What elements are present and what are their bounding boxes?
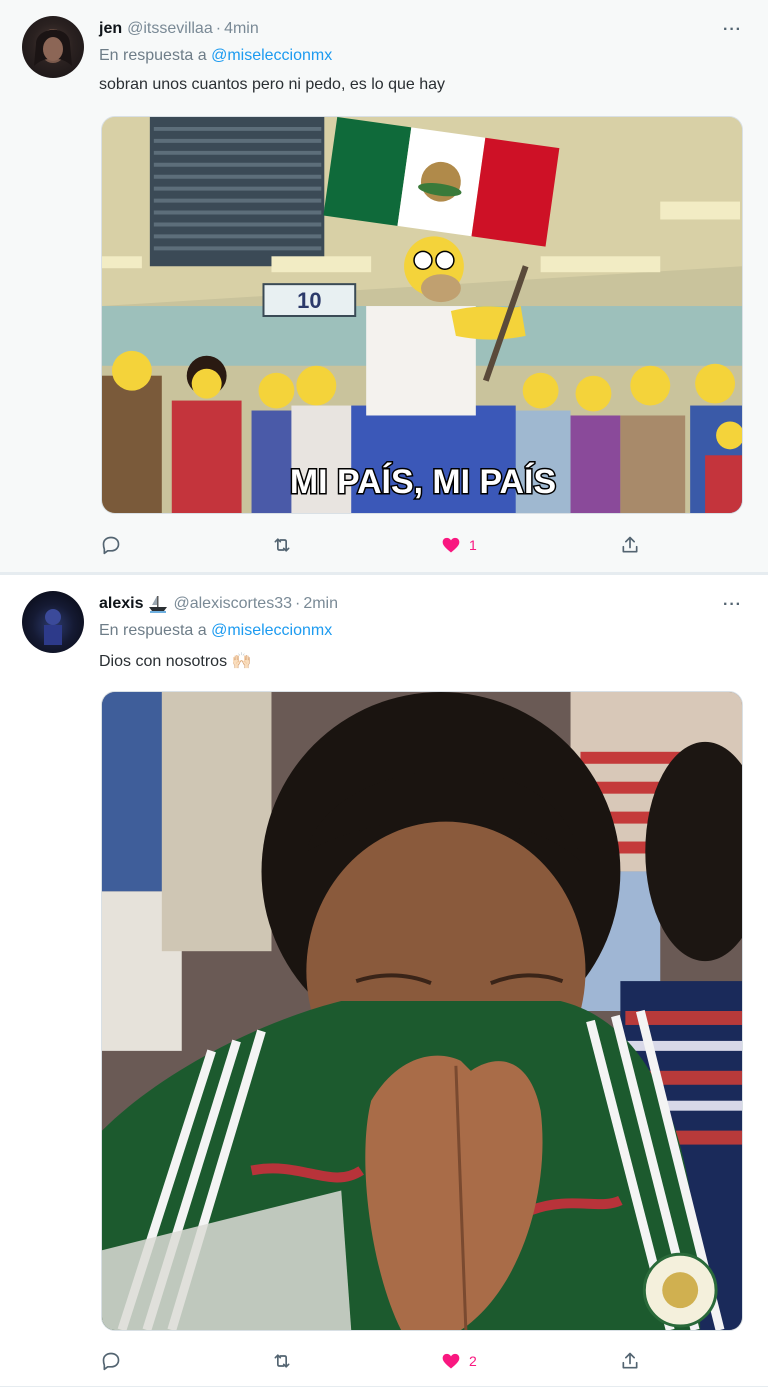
tweet-media-image[interactable]: [101, 691, 743, 1331]
more-options-button[interactable]: ···: [723, 597, 742, 613]
separator: ·: [295, 595, 301, 612]
share-button[interactable]: [620, 530, 640, 560]
reply-context: En respuesta a @miseleccionmx: [99, 622, 332, 640]
reply-mention-link[interactable]: @miseleccionmx: [211, 622, 332, 639]
tweet[interactable]: jen @itssevillaa · 4min ··· En respuesta…: [0, 0, 768, 573]
tweet-text: Dios con nosotros 🙌🏻: [99, 653, 252, 670]
tweet-header: jen @itssevillaa · 4min: [99, 18, 259, 40]
reply-icon: [102, 536, 120, 555]
like-count: 2: [469, 1353, 477, 1369]
reply-context: En respuesta a @miseleccionmx: [99, 47, 332, 65]
reply-button[interactable]: [101, 1346, 121, 1376]
retweet-icon: [274, 1354, 290, 1368]
ship-emoji-icon: [149, 596, 168, 613]
share-button[interactable]: [620, 1346, 640, 1376]
heart-filled-icon: [442, 1353, 460, 1369]
reply-mention-link[interactable]: @miseleccionmx: [211, 47, 332, 64]
meme-caption: MI PAÍS, MI PAÍS: [290, 463, 556, 501]
like-count: 1: [469, 537, 477, 553]
display-name[interactable]: jen: [99, 20, 122, 38]
user-handle[interactable]: @alexiscortes33: [173, 595, 292, 613]
retweet-button[interactable]: [272, 1346, 292, 1376]
reply-prefix: En respuesta a: [99, 47, 207, 64]
display-name[interactable]: alexis: [99, 595, 143, 613]
avatar[interactable]: [22, 16, 84, 78]
reply-icon: [102, 1352, 120, 1371]
more-options-button[interactable]: ···: [723, 22, 742, 38]
tweet-actions: 2: [0, 1346, 768, 1376]
like-button[interactable]: 1: [441, 530, 477, 560]
share-icon: [622, 1352, 638, 1369]
user-handle[interactable]: @itssevillaa: [127, 20, 213, 38]
reply-button[interactable]: [101, 530, 121, 560]
reply-prefix: En respuesta a: [99, 622, 207, 639]
tweet-text: sobran unos cuantos pero ni pedo, es lo …: [99, 76, 446, 93]
tweet-header: alexis @alexiscortes33 · 2min: [99, 593, 338, 615]
tweet-actions: 1: [0, 530, 768, 560]
separator: ·: [215, 20, 222, 37]
timestamp[interactable]: 2min: [303, 595, 338, 613]
heart-filled-icon: [442, 537, 460, 553]
share-icon: [622, 536, 638, 553]
like-button[interactable]: 2: [441, 1346, 477, 1376]
tweet[interactable]: alexis @alexiscortes33 · 2min ··· En res…: [0, 575, 768, 1387]
timestamp[interactable]: 4min: [224, 20, 259, 38]
avatar[interactable]: [22, 591, 84, 653]
sign-number: 10: [297, 288, 321, 313]
retweet-icon: [274, 538, 290, 552]
tweet-media-image[interactable]: 10 MI PAÍS, MI PAÍS: [101, 116, 743, 514]
retweet-button[interactable]: [272, 530, 292, 560]
